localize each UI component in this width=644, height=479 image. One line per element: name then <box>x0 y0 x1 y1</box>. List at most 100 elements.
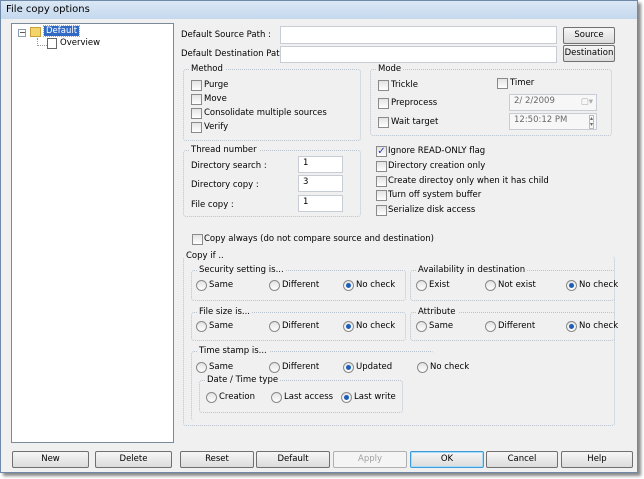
directory-search-label: Directory search : <box>191 161 267 171</box>
last-write-label: Last write <box>354 392 396 402</box>
date-picker[interactable]: 2/ 2/2009 ▢▾ <box>509 94 597 111</box>
directory-search-input[interactable]: 1 <box>298 156 343 173</box>
availability-exist-label: Exist <box>429 280 450 290</box>
source-path-label: Default Source Path : <box>181 30 271 40</box>
attribute-different-label: Different <box>498 321 536 331</box>
copy-if-title: Copy if .. <box>184 251 226 261</box>
turn-off-buffer-label: Turn off system buffer <box>388 190 482 200</box>
availability-notexist-label: Not exist <box>498 280 536 290</box>
verify-checkbox[interactable] <box>191 122 202 133</box>
timer-checkbox[interactable] <box>497 78 508 89</box>
purge-label: Purge <box>204 80 229 90</box>
time-value: 12:50:12 PM <box>514 115 568 125</box>
security-different-label: Different <box>282 280 320 290</box>
security-nocheck-radio[interactable] <box>343 280 354 291</box>
serialize-disk-checkbox[interactable] <box>376 205 387 216</box>
profile-tree[interactable]: − Default Overview <box>11 23 174 443</box>
last-access-radio[interactable] <box>271 392 282 403</box>
creation-radio[interactable] <box>206 392 217 403</box>
cancel-button[interactable]: Cancel <box>486 451 558 468</box>
filesize-different-radio[interactable] <box>269 321 280 332</box>
trickle-checkbox[interactable] <box>378 80 389 91</box>
attribute-nocheck-radio[interactable] <box>566 321 577 332</box>
availability-nocheck-label: No check <box>579 280 619 290</box>
preprocess-checkbox[interactable] <box>378 98 389 109</box>
availability-title: Availability in destination <box>416 265 528 275</box>
ignore-readonly-checkbox[interactable]: ✓ <box>376 146 387 157</box>
security-same-radio[interactable] <box>196 280 207 291</box>
availability-nocheck-radio[interactable] <box>566 280 577 291</box>
filesize-same-label: Same <box>209 321 234 331</box>
timestamp-different-radio[interactable] <box>269 362 280 373</box>
move-checkbox[interactable] <box>191 94 202 105</box>
attribute-different-radio[interactable] <box>485 321 496 332</box>
attribute-nocheck-label: No check <box>579 321 619 331</box>
default-button[interactable]: Default <box>256 451 330 468</box>
directory-copy-input[interactable]: 3 <box>298 175 343 192</box>
destination-button[interactable]: Destination <box>563 45 615 62</box>
source-path-input[interactable] <box>280 26 557 44</box>
tree-item-default[interactable]: Default <box>42 25 81 37</box>
document-icon <box>47 38 57 49</box>
time-spinner-icon[interactable]: ▴ ▾ <box>588 115 594 129</box>
timer-label: Timer <box>510 78 535 88</box>
source-button[interactable]: Source <box>563 27 615 44</box>
method-title: Method <box>189 64 225 74</box>
consolidate-checkbox[interactable] <box>191 108 202 119</box>
title-bar: File copy options <box>1 1 637 19</box>
create-directory-with-child-checkbox[interactable] <box>376 176 387 187</box>
destination-path-label: Default Destination Path : <box>181 49 291 59</box>
verify-label: Verify <box>204 122 229 132</box>
help-button[interactable]: Help <box>561 451 633 468</box>
new-button[interactable]: New <box>12 451 89 468</box>
move-label: Move <box>204 94 227 104</box>
reset-button[interactable]: Reset <box>180 451 254 468</box>
tree-connector <box>37 38 47 46</box>
copy-always-checkbox[interactable] <box>192 234 203 245</box>
last-access-label: Last access <box>284 392 334 402</box>
time-picker[interactable]: 12:50:12 PM ▴ ▾ <box>509 113 597 130</box>
timestamp-title: Time stamp is... <box>197 346 269 356</box>
timestamp-updated-radio[interactable] <box>343 362 354 373</box>
calendar-dropdown-icon[interactable]: ▢▾ <box>581 97 593 107</box>
filesize-same-radio[interactable] <box>196 321 207 332</box>
timestamp-nocheck-label: No check <box>430 362 470 372</box>
attribute-same-radio[interactable] <box>416 321 427 332</box>
filesize-nocheck-radio[interactable] <box>343 321 354 332</box>
turn-off-buffer-checkbox[interactable] <box>376 190 387 201</box>
directory-creation-only-label: Directory creation only <box>388 161 486 171</box>
attribute-title: Attribute <box>416 307 458 317</box>
directory-creation-only-checkbox[interactable] <box>376 161 387 172</box>
security-different-radio[interactable] <box>269 280 280 291</box>
apply-button[interactable]: Apply <box>333 451 407 468</box>
timestamp-nocheck-radio[interactable] <box>417 362 428 373</box>
last-write-radio[interactable] <box>341 392 352 403</box>
tree-item-overview[interactable]: Overview <box>60 38 100 48</box>
file-size-title: File size is... <box>197 307 253 317</box>
security-title: Security setting is... <box>197 265 286 275</box>
copy-always-label: Copy always (do not compare source and d… <box>204 234 434 244</box>
consolidate-label: Consolidate multiple sources <box>204 108 327 118</box>
timestamp-same-radio[interactable] <box>196 362 207 373</box>
preprocess-label: Preprocess <box>391 98 438 108</box>
timestamp-different-label: Different <box>282 362 320 372</box>
security-same-label: Same <box>209 280 234 290</box>
mode-title: Mode <box>376 64 404 74</box>
serialize-disk-label: Serialize disk access <box>388 205 476 215</box>
ignore-readonly-label: Ignore READ-ONLY flag <box>388 146 486 156</box>
destination-path-input[interactable] <box>280 46 557 63</box>
datetime-type-title: Date / Time type <box>205 375 281 385</box>
file-copy-label: File copy : <box>191 200 234 210</box>
directory-copy-label: Directory copy : <box>191 180 259 190</box>
thread-title: Thread number <box>189 145 259 155</box>
date-value: 2/ 2/2009 <box>514 96 555 106</box>
ok-button[interactable]: OK <box>410 451 484 468</box>
security-nocheck-label: No check <box>356 280 396 290</box>
wait-target-checkbox[interactable] <box>378 117 389 128</box>
availability-exist-radio[interactable] <box>416 280 427 291</box>
collapse-icon[interactable]: − <box>18 29 26 37</box>
delete-button[interactable]: Delete <box>95 451 172 468</box>
availability-notexist-radio[interactable] <box>485 280 496 291</box>
purge-checkbox[interactable] <box>191 80 202 91</box>
file-copy-input[interactable]: 1 <box>298 195 343 212</box>
